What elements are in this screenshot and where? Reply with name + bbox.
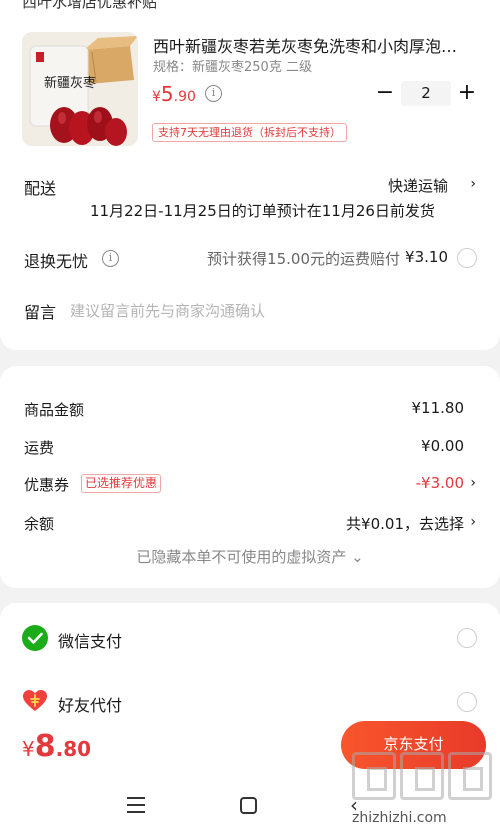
quantity-decrease-button[interactable]: −	[374, 80, 396, 106]
goods-amount-value: ¥11.80	[411, 399, 465, 417]
price-integer: 5	[160, 82, 174, 106]
store-name-clipped: 西叶水增店优惠补贴	[22, 0, 158, 11]
shipping-fee-label: 运费	[24, 439, 55, 457]
product-price: ¥5.90	[152, 82, 196, 106]
product-thumbnail[interactable]: 新疆灰枣	[22, 32, 138, 146]
shipping-estimate-note: 11月22日-11月25日的订单预计在11月26日前发货	[90, 202, 435, 220]
hidden-virtual-assets-toggle[interactable]: 已隐藏本单不可使用的虚拟资产 ⌄	[0, 546, 500, 567]
quantity-input[interactable]: 2	[401, 81, 451, 106]
coupon-label: 优惠券	[24, 476, 70, 494]
home-icon[interactable]	[240, 797, 257, 814]
coupon-chevron-icon[interactable]: ›	[470, 475, 476, 491]
return-insurance-text: 预计获得15.00元的运费赔付	[207, 250, 400, 268]
price-currency: ¥	[152, 89, 161, 105]
total-integer: 8	[34, 729, 56, 764]
shipping-method[interactable]: 快递运输	[388, 175, 448, 196]
coupon-value[interactable]: -¥3.00	[416, 474, 464, 492]
price-decimal: .90	[173, 89, 196, 105]
price-summary-card: 商品金额 ¥11.80 运费 ¥0.00 优惠券 已选推荐优惠 -¥3.00 ›…	[0, 366, 500, 588]
wechat-pay-label[interactable]: 微信支付	[58, 628, 122, 652]
total-decimal: .80	[55, 737, 92, 761]
goods-amount-label: 商品金额	[24, 401, 85, 419]
shipping-chevron-icon[interactable]: ›	[470, 176, 476, 192]
balance-value[interactable]: 共¥0.01，去选择	[346, 513, 464, 534]
order-item-card: 西叶水增店优惠补贴 新疆灰枣 西叶新疆灰枣若羌灰枣免洗枣和小肉厚泡… 规格：新疆…	[0, 0, 500, 350]
coupon-recommended-tag: 已选推荐优惠	[81, 474, 162, 493]
order-total: ¥8.80	[22, 729, 91, 764]
product-spec[interactable]: 规格：新疆灰枣250克 二级	[153, 56, 312, 75]
shipping-fee-value: ¥0.00	[421, 437, 464, 455]
recent-apps-icon[interactable]	[127, 797, 145, 813]
jd-pay-button[interactable]: 京东支付	[341, 721, 486, 769]
wechat-pay-radio[interactable]	[457, 628, 477, 648]
return-insurance-price: ¥3.10	[405, 248, 448, 266]
quantity-increase-button[interactable]: +	[456, 80, 478, 106]
return-insurance-label: 退换无忧	[24, 252, 89, 271]
price-info-icon[interactable]: i	[205, 85, 222, 102]
friend-pay-heart-icon	[23, 690, 47, 711]
jujube-product-image: 新疆灰枣	[22, 32, 138, 146]
return-insurance-radio[interactable]	[457, 248, 477, 268]
return-insurance-info-icon[interactable]: i	[102, 250, 119, 267]
return-policy-badge: 支持7天无理由退货（拆封后不支持）	[152, 123, 347, 142]
shipping-label: 配送	[24, 179, 57, 198]
message-input[interactable]: 建议留言前先与商家沟通确认	[70, 300, 265, 321]
checkout-bar: ¥8.80 京东支付	[0, 713, 500, 788]
back-icon[interactable]: ‹	[350, 793, 358, 817]
product-title[interactable]: 西叶新疆灰枣若羌灰枣免洗枣和小肉厚泡…	[153, 33, 489, 57]
system-navigation-bar: ‹	[0, 780, 500, 837]
balance-label: 余额	[24, 515, 55, 533]
friend-pay-radio[interactable]	[457, 692, 477, 712]
wechat-pay-icon	[22, 625, 48, 651]
message-label: 留言	[24, 303, 57, 322]
total-currency: ¥	[22, 737, 35, 761]
package-lettering: 新疆灰枣	[44, 75, 96, 91]
balance-chevron-icon[interactable]: ›	[470, 514, 476, 530]
